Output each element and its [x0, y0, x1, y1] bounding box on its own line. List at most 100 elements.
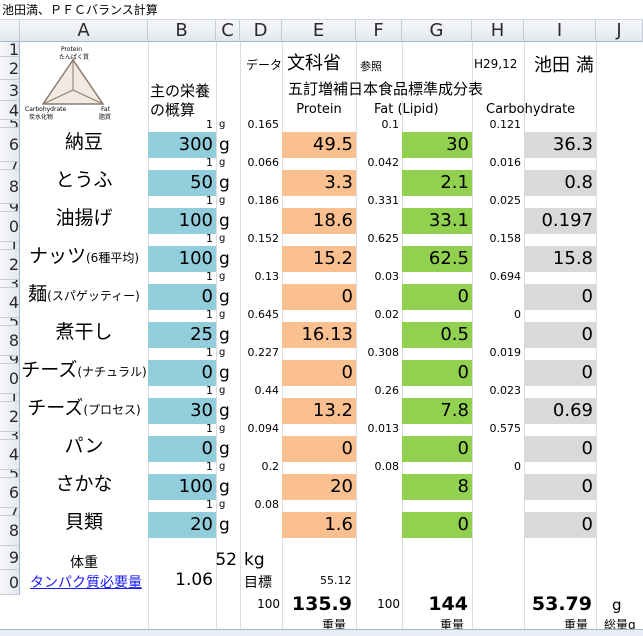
- unit-one: 1: [206, 460, 213, 473]
- amount-input[interactable]: 100: [148, 246, 216, 272]
- amount-input[interactable]: 25: [148, 322, 216, 348]
- food-name-text: チーズ: [21, 359, 78, 381]
- unit-one: 1: [206, 384, 213, 397]
- unit-one: 1: [206, 118, 213, 131]
- column-header-f[interactable]: F: [356, 20, 402, 42]
- pct-protein: 100: [257, 597, 280, 611]
- amount-input[interactable]: 0: [148, 360, 216, 386]
- row-header[interactable]: 4: [0, 288, 20, 318]
- row-header[interactable]: 2: [0, 402, 20, 432]
- row-header[interactable]: 3: [0, 280, 20, 288]
- amount-input[interactable]: 50: [148, 170, 216, 196]
- row-header[interactable]: 0: [0, 212, 20, 242]
- protein-value: 49.5: [282, 132, 356, 158]
- fat-per-g: 0.331: [367, 194, 400, 207]
- amount-input[interactable]: 30: [148, 398, 216, 424]
- carb-per-g: 0: [514, 460, 521, 473]
- logo-fat-jp: 脂質: [99, 114, 112, 121]
- unit-one: 1: [206, 422, 213, 435]
- column-header-g[interactable]: G: [402, 20, 472, 42]
- amount-input[interactable]: 300: [148, 132, 216, 158]
- row-header[interactable]: 0: [0, 570, 20, 595]
- nutrient-label-2: の概算: [150, 101, 196, 119]
- fat-per-g: 0.08: [374, 460, 400, 473]
- food-name: パン: [20, 432, 148, 460]
- row-header[interactable]: 5: [0, 470, 20, 478]
- unit-g: g: [219, 119, 226, 130]
- row-header[interactable]: 1: [0, 242, 20, 250]
- column-header-e[interactable]: E: [282, 20, 356, 42]
- protein-need-link[interactable]: タンパク質必要量: [30, 572, 142, 592]
- row-header[interactable]: 1: [0, 394, 20, 402]
- fat-value: 0: [402, 512, 472, 538]
- row-header[interactable]: 9: [0, 546, 20, 570]
- food-name: 麺(スパゲッティー): [20, 280, 148, 308]
- data-label: データ: [246, 58, 283, 72]
- row-header[interactable]: 8: [0, 326, 20, 356]
- row-header[interactable]: 4: [0, 101, 20, 120]
- row-header[interactable]: 0: [0, 364, 20, 394]
- row-header[interactable]: 4: [0, 440, 20, 470]
- row-header[interactable]: 3: [0, 80, 20, 101]
- row-header[interactable]: 2: [0, 57, 20, 80]
- source-name: 文科省: [287, 53, 341, 74]
- amount-input[interactable]: 20: [148, 512, 216, 538]
- column-header-c[interactable]: C: [216, 20, 240, 42]
- column-header-b[interactable]: B: [148, 20, 216, 42]
- author-name: 池田 満: [534, 55, 594, 76]
- amount-input[interactable]: 100: [148, 474, 216, 500]
- protein-value: 20: [282, 474, 356, 500]
- column-header-j[interactable]: J: [596, 20, 643, 42]
- unit-g: g: [219, 309, 226, 320]
- food-name: 納豆: [20, 128, 148, 156]
- fat-header: Fat (Lipid): [374, 102, 439, 117]
- logo-protein-jp: たんぱく質: [59, 54, 90, 61]
- protein-per-g: 0.186: [247, 194, 280, 207]
- unit-g: g: [219, 271, 226, 282]
- carb-per-g: 0.158: [489, 232, 522, 245]
- column-header-a[interactable]: A: [20, 20, 148, 42]
- row-header[interactable]: 1: [0, 42, 20, 57]
- select-all-corner[interactable]: [0, 20, 20, 42]
- protein-value: 0: [282, 284, 356, 310]
- row-header[interactable]: 3: [0, 432, 20, 440]
- fat-per-g: 0.042: [367, 156, 400, 169]
- food-name-text: 油揚げ: [55, 207, 113, 229]
- row-header[interactable]: 7: [0, 508, 20, 516]
- row-header[interactable]: 6: [0, 128, 20, 162]
- column-header-i[interactable]: I: [524, 20, 596, 42]
- unit-g: g: [219, 347, 226, 358]
- total-unit: g: [612, 596, 622, 614]
- amount-input[interactable]: 100: [148, 208, 216, 234]
- protein-factor[interactable]: 1.06: [148, 570, 216, 590]
- amount-unit: g: [219, 287, 230, 307]
- fat-value: 2.1: [402, 170, 472, 196]
- protein-per-g: 0.066: [247, 156, 280, 169]
- weight-value[interactable]: 52: [148, 550, 240, 570]
- carb-per-g: 0.016: [489, 156, 522, 169]
- row-header[interactable]: 5: [0, 318, 20, 326]
- column-header-d[interactable]: D: [240, 20, 282, 42]
- unit-g: g: [219, 157, 226, 168]
- row-header[interactable]: 9: [0, 204, 20, 212]
- total-carb: 53.79: [531, 593, 592, 615]
- column-header-h[interactable]: H: [472, 20, 524, 42]
- row-header[interactable]: 9: [0, 356, 20, 364]
- row-header[interactable]: 8: [0, 516, 20, 546]
- row-header[interactable]: 2: [0, 250, 20, 280]
- carb-value: 0: [524, 322, 596, 348]
- carb-value: 0: [524, 512, 596, 538]
- food-name: チーズ(プロセス): [20, 394, 148, 422]
- amount-input[interactable]: 0: [148, 436, 216, 462]
- food-name-sub: (ナチュラル): [77, 365, 147, 379]
- row-header[interactable]: 8: [0, 170, 20, 204]
- amount-input[interactable]: 0: [148, 284, 216, 310]
- row-header[interactable]: 7: [0, 162, 20, 170]
- row-header[interactable]: 5: [0, 120, 20, 128]
- row-header[interactable]: 6: [0, 478, 20, 508]
- food-name: 貝類: [20, 508, 148, 536]
- carb-value: 0: [524, 284, 596, 310]
- carb-value: 0.8: [524, 170, 596, 196]
- protein-value: 0: [282, 436, 356, 462]
- weight-label: 体重: [70, 555, 98, 571]
